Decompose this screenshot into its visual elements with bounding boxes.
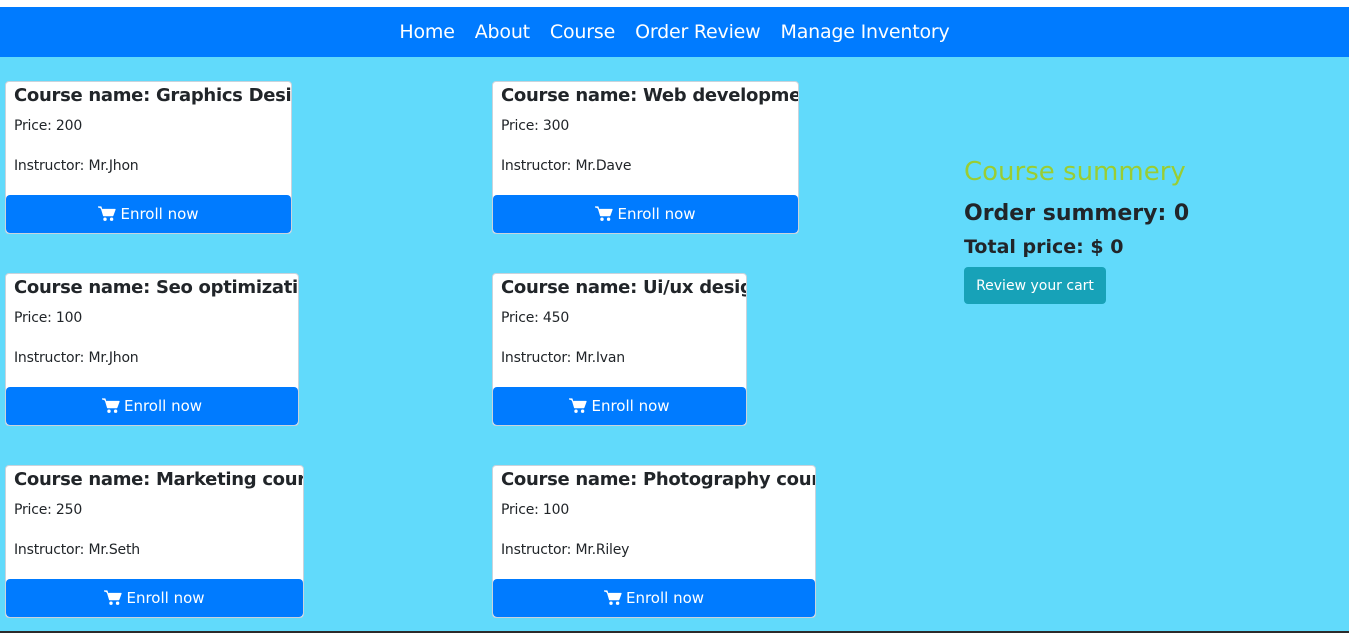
course-name: Course name: Graphics Design (14, 85, 292, 106)
course-instructor: Instructor: Mr.Ivan (501, 350, 625, 366)
course-instructor: Instructor: Mr.Jhon (14, 158, 139, 174)
course-price: Price: 300 (501, 118, 570, 134)
navbar: Home About Course Order Review Manage In… (0, 7, 1349, 57)
cart-icon (104, 590, 123, 606)
cart-icon (603, 590, 622, 606)
enroll-button[interactable]: Enroll now (6, 387, 298, 425)
course-price: Price: 200 (14, 118, 83, 134)
enroll-label: Enroll now (617, 205, 696, 223)
order-summary-count: Order summery: 0 (964, 201, 1190, 226)
enroll-label: Enroll now (625, 589, 705, 607)
course-name: Course name: Photography course (501, 469, 816, 490)
course-name: Course name: Ui/ux design (501, 277, 747, 298)
course-price: Price: 250 (14, 502, 83, 518)
cart-icon (101, 398, 120, 414)
course-name: Course name: Web development (501, 85, 799, 106)
nav-home[interactable]: Home (399, 21, 455, 43)
course-instructor: Instructor: Mr.Seth (14, 542, 140, 558)
course-card-seo-optimization: Course name: Seo optimization Price: 100… (5, 273, 299, 426)
enroll-button[interactable]: Enroll now (493, 579, 815, 617)
nav-order-review[interactable]: Order Review (635, 21, 761, 43)
cart-icon (569, 398, 588, 414)
enroll-button[interactable]: Enroll now (6, 195, 291, 233)
course-name: Course name: Seo optimization (14, 277, 299, 298)
course-name: Course name: Marketing course (14, 469, 304, 490)
enroll-label: Enroll now (126, 589, 205, 607)
summary-title: Course summery (964, 157, 1186, 187)
course-price: Price: 450 (501, 310, 570, 326)
course-card-marketing-course: Course name: Marketing course Price: 250… (5, 465, 304, 618)
course-card-photography-course: Course name: Photography course Price: 1… (492, 465, 816, 618)
course-price: Price: 100 (501, 502, 570, 518)
nav-course[interactable]: Course (550, 21, 615, 43)
nav-manage-inventory[interactable]: Manage Inventory (781, 21, 950, 43)
course-card-uiux-design: Course name: Ui/ux design Price: 450 Ins… (492, 273, 747, 426)
course-card-graphics-design: Course name: Graphics Design Price: 200 … (5, 81, 292, 234)
enroll-label: Enroll now (591, 397, 670, 415)
nav-about[interactable]: About (475, 21, 530, 43)
course-instructor: Instructor: Mr.Jhon (14, 350, 139, 366)
cart-icon (595, 206, 614, 222)
enroll-button[interactable]: Enroll now (6, 579, 303, 617)
enroll-button[interactable]: Enroll now (493, 387, 746, 425)
enroll-label: Enroll now (123, 397, 203, 415)
course-instructor: Instructor: Mr.Dave (501, 158, 632, 174)
cart-icon (98, 206, 117, 222)
course-price: Price: 100 (14, 310, 83, 326)
course-card-web-development: Course name: Web development Price: 300 … (492, 81, 799, 234)
top-strip (0, 0, 1351, 7)
review-cart-button[interactable]: Review your cart (964, 267, 1106, 304)
enroll-button[interactable]: Enroll now (493, 195, 798, 233)
enroll-label: Enroll now (120, 205, 199, 223)
course-instructor: Instructor: Mr.Riley (501, 542, 630, 558)
total-price: Total price: $ 0 (964, 236, 1124, 258)
